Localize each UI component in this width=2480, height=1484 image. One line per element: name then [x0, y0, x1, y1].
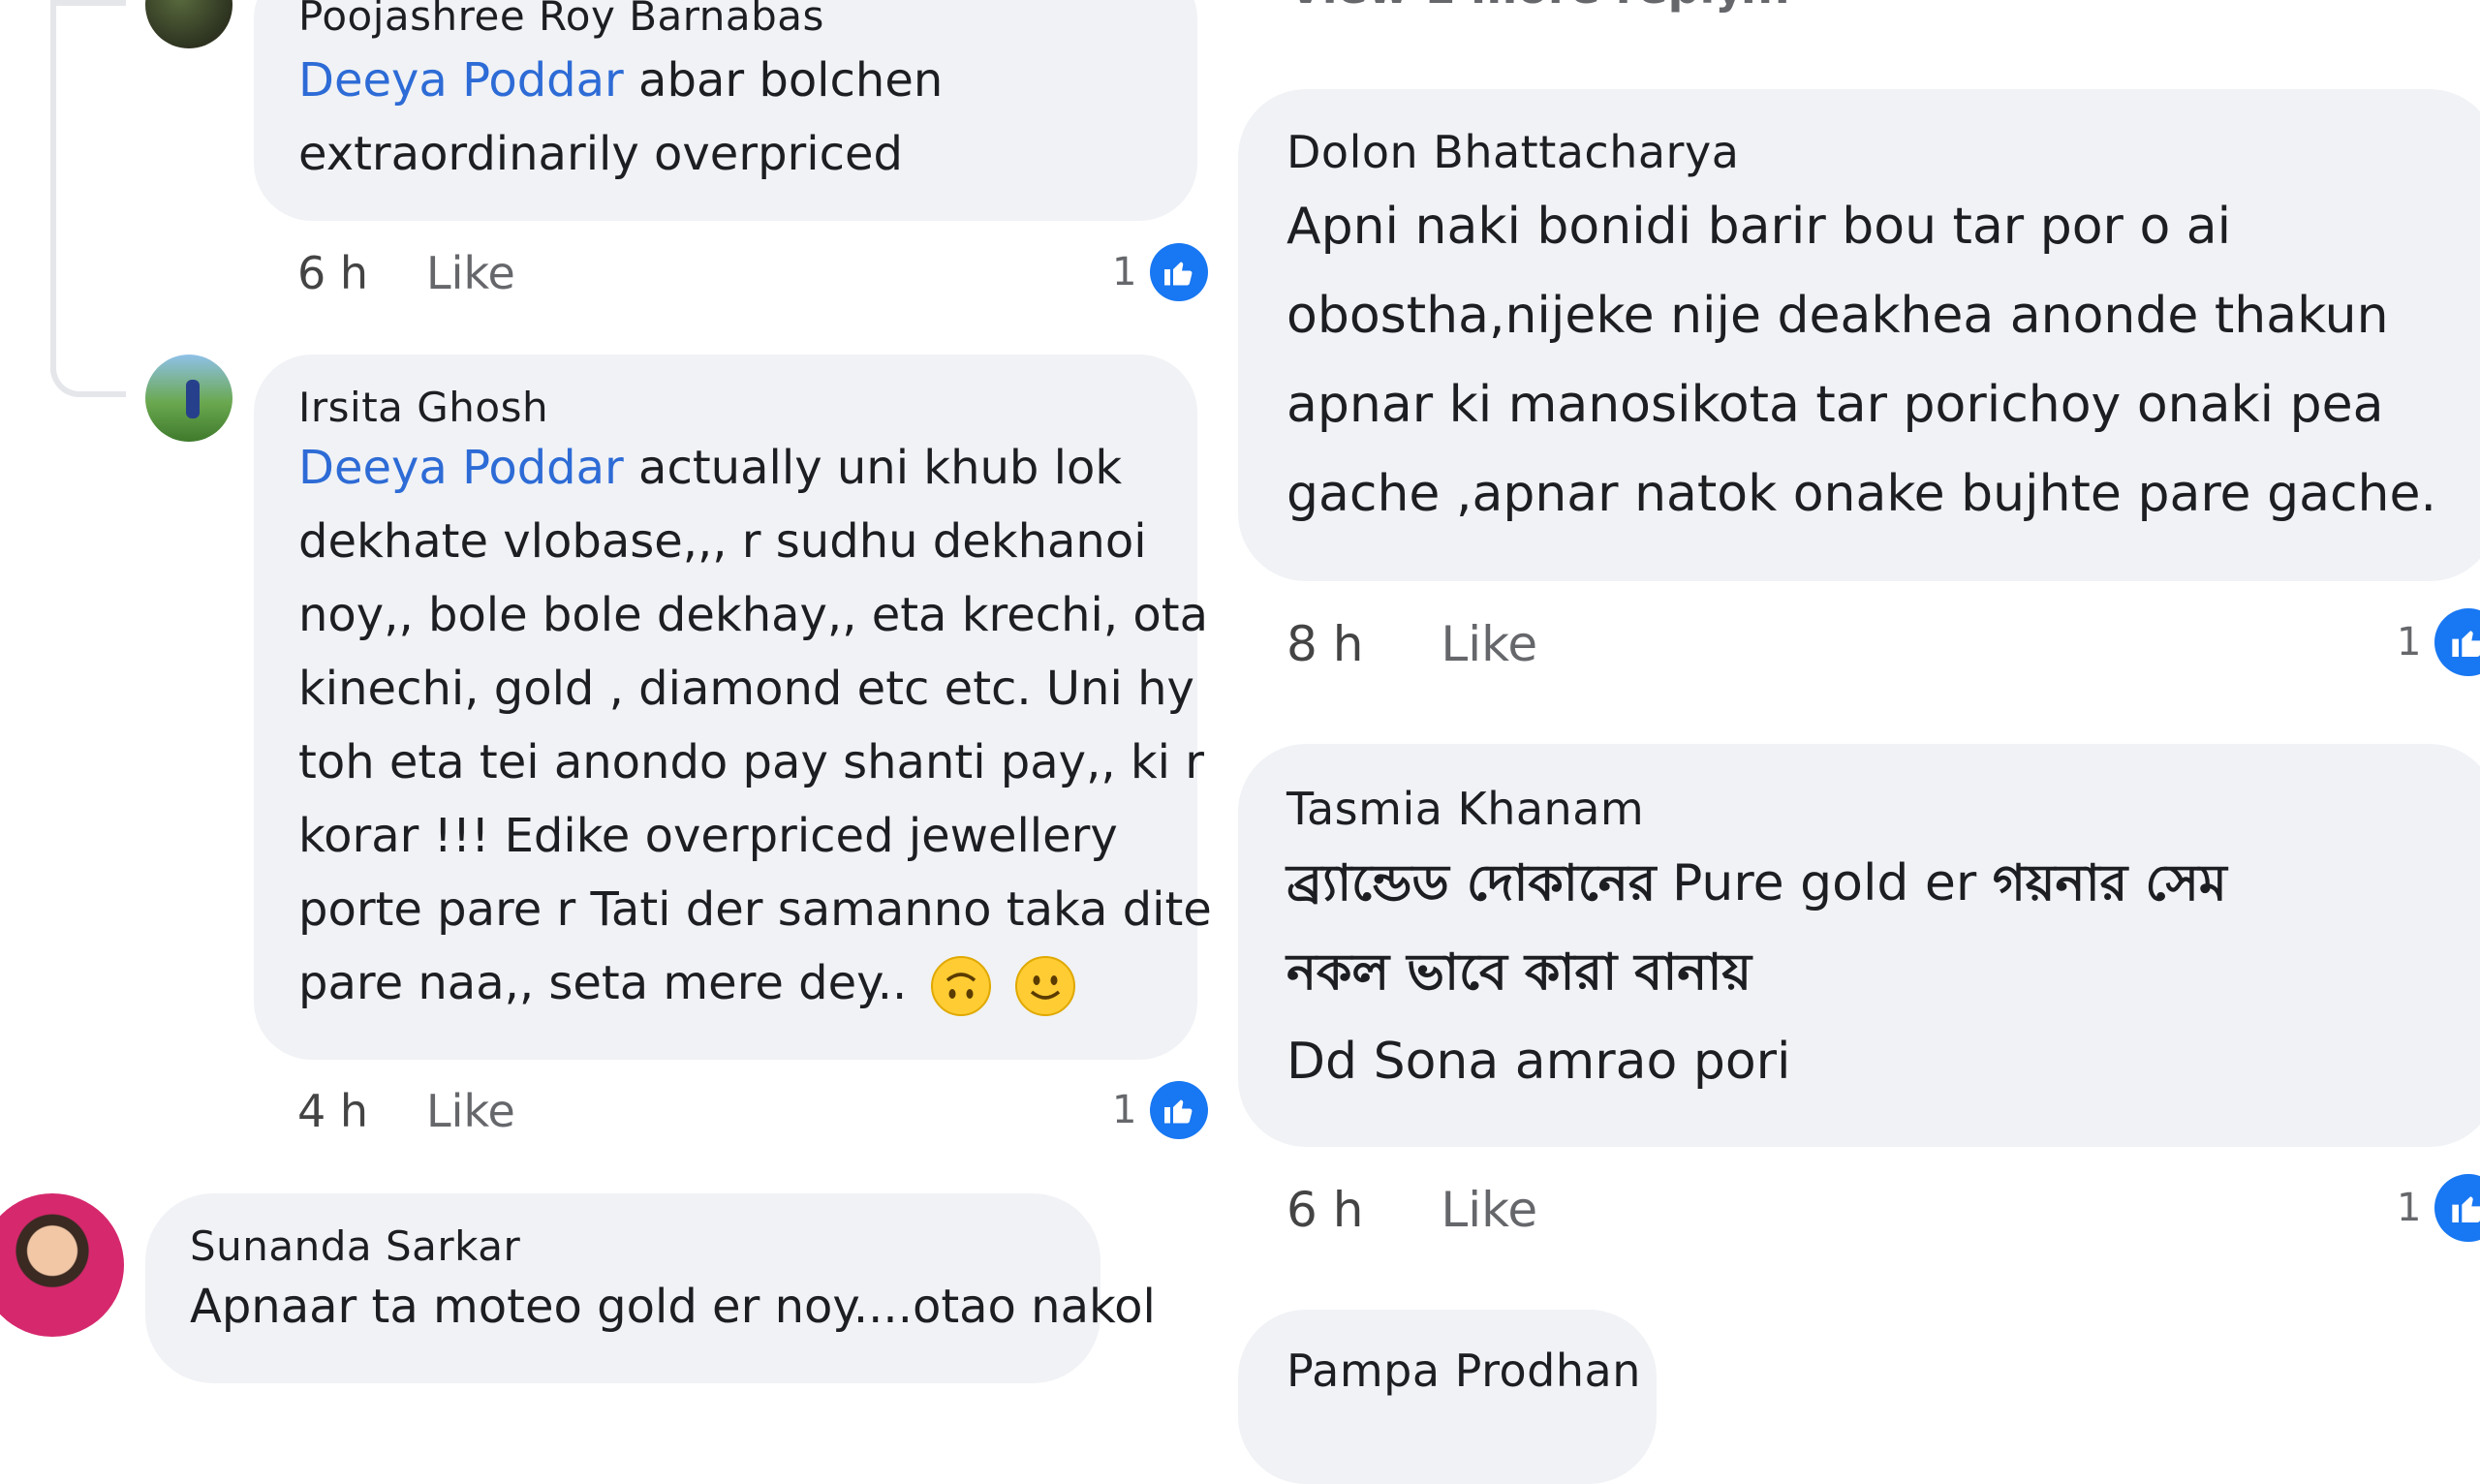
- comment-author[interactable]: Sunanda Sarkar: [190, 1222, 1100, 1270]
- reply-thread-curve: [50, 339, 126, 397]
- comment-bubble[interactable]: Pampa Prodhan: [1238, 1310, 1657, 1484]
- mention-link[interactable]: Deeya Poddar: [298, 53, 624, 108]
- comment-bubble[interactable]: Dolon Bhattacharya Apni naki bonidi bari…: [1238, 89, 2480, 581]
- left-comment-column: Poojashree Roy Barnabas Deeya Poddar aba…: [0, 0, 1212, 1395]
- comment-meta: 6 h Like: [1286, 1182, 1537, 1238]
- comment-author[interactable]: Dolon Bhattacharya: [1286, 126, 2480, 178]
- comment-text-line: kinechi, gold , diamond etc etc. Uni hy: [298, 662, 1194, 716]
- thumbs-up-icon: [2434, 608, 2480, 676]
- view-more-replies-link[interactable]: View 1 more reply...: [1288, 0, 1791, 14]
- mention-link[interactable]: Deeya Poddar: [298, 441, 624, 495]
- comment-meta: 4 h Like: [297, 1085, 515, 1137]
- reaction-count[interactable]: 1: [1112, 243, 1209, 301]
- reply-thread-line: [50, 0, 56, 373]
- comment-text-line: obostha,nijeke nije deakhea anonde thaku…: [1286, 287, 2389, 345]
- comment-bubble[interactable]: Sunanda Sarkar Apnaar ta moteo gold er n…: [145, 1193, 1156, 1383]
- comment-text-line: dekhate vlobase,,, r sudhu dekhanoi: [298, 514, 1147, 569]
- thumbs-up-icon: [1150, 1081, 1209, 1139]
- like-button[interactable]: Like: [1441, 1182, 1537, 1238]
- reaction-count[interactable]: 1: [2397, 1174, 2480, 1242]
- comment-text-line: Dd Sona amrao pori: [1286, 1033, 1791, 1091]
- comment-text-line: apnar ki manosikota tar porichoy onaki p…: [1286, 376, 2384, 434]
- like-button[interactable]: Like: [426, 247, 515, 299]
- comment-text-line: pare naa,, seta mere dey..: [298, 946, 1197, 1020]
- comment-text-line: noy,, bole bole dekhay,, eta krechi, ota: [298, 588, 1208, 642]
- comment-time[interactable]: 8 h: [1286, 616, 1363, 672]
- comment-text-line: gache ,apnar natok onake bujhte pare gac…: [1286, 465, 2437, 523]
- comment-author[interactable]: Pampa Prodhan: [1286, 1345, 1657, 1397]
- comment-text: ব্র্যান্ডেড দোকানের Pure gold er গয়নার …: [1286, 854, 2227, 912]
- comment-text-line: extraordinarily overpriced: [298, 127, 903, 181]
- avatar[interactable]: [145, 355, 232, 442]
- comment-author[interactable]: Tasmia Khanam: [1286, 783, 2480, 835]
- comment-time[interactable]: 4 h: [297, 1085, 368, 1137]
- comment-bubble[interactable]: Irsita Ghosh Deeya Poddar actually uni k…: [254, 355, 1212, 1060]
- comment-text: Apnaar ta moteo gold er noy....otao nako…: [190, 1280, 1156, 1334]
- comment-text-line: Apni naki bonidi barir bou tar por o ai: [1286, 198, 2232, 256]
- comment-text: Deeya Poddar abar bolchen: [298, 53, 944, 108]
- comment-author[interactable]: Poojashree Roy Barnabas: [298, 0, 1197, 40]
- like-button[interactable]: Like: [426, 1085, 515, 1137]
- slightly-smiling-face-emoji: [1014, 956, 1075, 1016]
- comment-text-line: toh eta tei anondo pay shanti pay,, ki r: [298, 735, 1204, 789]
- like-button[interactable]: Like: [1441, 616, 1537, 672]
- comment-text-line: porte pare r Tati der samanno taka dite: [298, 882, 1212, 937]
- reaction-count[interactable]: 1: [2397, 608, 2480, 676]
- right-comment-column: View 1 more reply... Dolon Bhattacharya …: [1230, 0, 2480, 1484]
- comment-author[interactable]: Irsita Ghosh: [298, 384, 1197, 431]
- comment-time[interactable]: 6 h: [297, 247, 368, 299]
- comment-text-line: korar !!! Edike overpriced jewellery: [298, 809, 1118, 863]
- comment-text: Deeya Poddar actually uni khub lok: [298, 441, 1123, 495]
- comment-meta: 6 h Like: [297, 247, 515, 299]
- avatar[interactable]: [145, 0, 232, 48]
- thumbs-up-icon: [1150, 243, 1209, 301]
- comment-time[interactable]: 6 h: [1286, 1182, 1363, 1238]
- avatar[interactable]: [0, 1193, 124, 1337]
- comment-bubble[interactable]: Tasmia Khanam ব্র্যান্ডেড দোকানের Pure g…: [1238, 744, 2480, 1147]
- comment-bubble[interactable]: Poojashree Roy Barnabas Deeya Poddar aba…: [254, 0, 1197, 221]
- comment-meta: 8 h Like: [1286, 616, 1537, 672]
- comment-text-line: নকল ভাবে কারা বানায়: [1286, 943, 1752, 1002]
- reply-thread-line-top: [50, 0, 126, 6]
- upside-down-face-emoji: [930, 956, 991, 1016]
- reaction-count[interactable]: 1: [1112, 1081, 1209, 1139]
- thumbs-up-icon: [2434, 1174, 2480, 1242]
